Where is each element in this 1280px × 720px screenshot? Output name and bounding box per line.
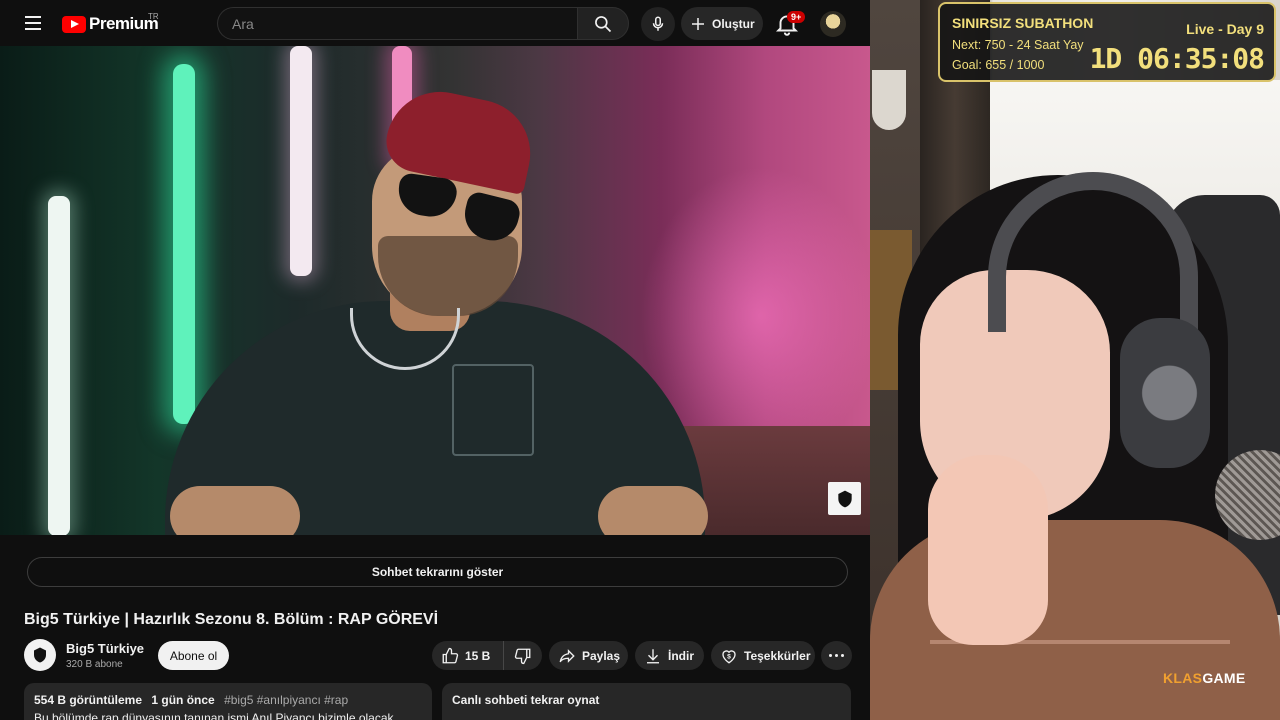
plus-icon bbox=[692, 17, 704, 30]
search-icon bbox=[595, 15, 612, 32]
share-icon bbox=[559, 648, 575, 663]
download-button[interactable]: İndir bbox=[635, 641, 704, 670]
subathon-overlay: SINIRSIZ SUBATHON Next: 750 - 24 Saat Ya… bbox=[938, 2, 1276, 82]
video-frame-hand-left bbox=[170, 486, 300, 535]
big5-logo-icon bbox=[34, 647, 46, 663]
thanks-label: Teşekkürler bbox=[744, 648, 811, 663]
thumbs-up-icon bbox=[442, 647, 459, 663]
subscriber-count: 320 B abone bbox=[66, 659, 123, 670]
cam-person-hand bbox=[928, 455, 1048, 645]
create-label: Oluştur bbox=[712, 16, 755, 31]
sponsor-brand: KLASGAME bbox=[1163, 670, 1246, 686]
channel-watermark[interactable] bbox=[828, 482, 861, 515]
video-frame-neon-green bbox=[173, 64, 195, 424]
streamer-webcam: KLASGAME bbox=[870, 0, 1280, 720]
headphones-icon bbox=[1120, 318, 1210, 468]
share-label: Paylaş bbox=[582, 648, 621, 663]
video-frame-neon-white bbox=[48, 196, 70, 535]
svg-text:$: $ bbox=[727, 653, 731, 660]
cam-lamp bbox=[872, 70, 906, 130]
video-frame-hand-right bbox=[598, 486, 708, 535]
search-button[interactable] bbox=[577, 7, 629, 40]
video-title: Big5 Türkiye | Hazırlık Sezonu 8. Bölüm … bbox=[24, 611, 439, 628]
youtube-premium-logo[interactable]: Premium bbox=[62, 13, 159, 35]
subathon-title: SINIRSIZ SUBATHON bbox=[952, 15, 1094, 31]
subathon-live-day: Live - Day 9 bbox=[1186, 21, 1264, 37]
description-text: Bu bölümde rap dünyasının tanınan ismi A… bbox=[34, 711, 397, 720]
microphone-icon bbox=[652, 16, 664, 31]
brand-prefix: KLAS bbox=[1163, 670, 1203, 686]
share-button[interactable]: Paylaş bbox=[549, 641, 628, 670]
download-icon bbox=[647, 648, 659, 663]
search-box bbox=[217, 7, 578, 40]
like-button[interactable]: 15 B bbox=[432, 641, 504, 670]
account-avatar[interactable] bbox=[820, 11, 846, 37]
notifications-button[interactable]: 9+ bbox=[772, 9, 806, 39]
subathon-goal-progress: Goal: 655 / 1000 bbox=[952, 58, 1045, 72]
youtube-page: Premium TR Oluştur bbox=[0, 0, 870, 720]
super-thanks-icon: $ bbox=[722, 649, 736, 664]
video-player[interactable] bbox=[0, 46, 870, 535]
thumbs-down-icon bbox=[514, 648, 531, 664]
search-input[interactable] bbox=[218, 8, 578, 39]
description-box[interactable]: 554 B görüntüleme 1 gün önce #big5 #anıl… bbox=[24, 683, 432, 720]
like-dislike-group: 15 B bbox=[432, 641, 542, 670]
more-dot bbox=[841, 654, 844, 657]
subscribe-button[interactable]: Abone ol bbox=[158, 641, 229, 670]
live-chat-replay-panel: Canlı sohbeti tekrar oynat bbox=[442, 683, 851, 720]
more-dot bbox=[829, 654, 832, 657]
video-frame-neon-light bbox=[290, 46, 312, 276]
masthead: Premium TR Oluştur bbox=[0, 0, 870, 46]
thanks-button[interactable]: $ Teşekkürler bbox=[711, 641, 815, 670]
dislike-button[interactable] bbox=[504, 641, 542, 670]
description-meta: 554 B görüntüleme 1 gün önce #big5 #anıl… bbox=[34, 693, 422, 707]
channel-name[interactable]: Big5 Türkiye bbox=[66, 641, 144, 656]
menu-icon[interactable] bbox=[22, 13, 44, 33]
create-button[interactable]: Oluştur bbox=[681, 7, 763, 40]
upload-age: 1 gün önce bbox=[151, 693, 215, 707]
voice-search-button[interactable] bbox=[641, 7, 675, 41]
download-label: İndir bbox=[668, 648, 694, 663]
subathon-timer: 1D 06:35:08 bbox=[1089, 42, 1265, 75]
big5-logo-icon bbox=[837, 490, 852, 507]
like-count: 15 B bbox=[465, 648, 491, 663]
channel-avatar[interactable] bbox=[24, 639, 56, 671]
subathon-next-goal: Next: 750 - 24 Saat Yayi bbox=[952, 38, 1084, 52]
brand-suffix: GAME bbox=[1202, 670, 1246, 686]
video-frame-pocket bbox=[452, 364, 534, 456]
live-chat-replay-title: Canlı sohbeti tekrar oynat bbox=[452, 693, 600, 707]
more-dot bbox=[835, 654, 838, 657]
youtube-logo-icon bbox=[62, 15, 86, 33]
hashtags[interactable]: #big5 #anılpiyancı #rap bbox=[224, 693, 348, 707]
show-chat-replay-button[interactable]: Sohbet tekrarını göster bbox=[27, 557, 848, 587]
logo-region: TR bbox=[148, 12, 159, 21]
view-count: 554 B görüntüleme bbox=[34, 693, 143, 707]
more-actions-button[interactable] bbox=[821, 641, 852, 670]
notification-badge: 9+ bbox=[787, 11, 806, 23]
